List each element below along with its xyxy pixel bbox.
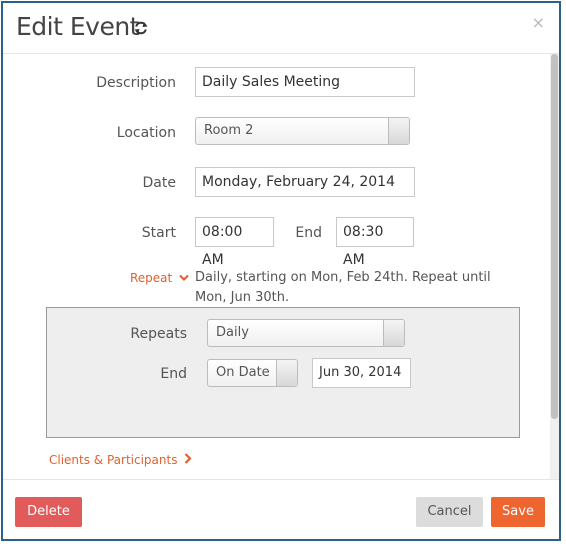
end-time-input[interactable]: 08:30 AM [336,217,414,268]
cancel-button[interactable]: Cancel [416,497,483,527]
location-select-caret[interactable] [388,118,409,144]
start-label: Start [141,225,176,241]
repeat-end-date-input[interactable]: Jun 30, 2014 [312,358,411,388]
body-scrollbar[interactable] [550,54,559,479]
repeat-toggle-link[interactable]: Repeat [130,271,189,285]
dialog-footer: Delete Cancel Save [3,479,559,539]
repeat-link-label: Repeat [130,271,173,285]
refresh-icon[interactable] [133,20,149,36]
repeat-options-panel: Repeats Daily End On Date Jun 30, 2014 [46,307,520,438]
location-select-value: Room 2 [204,123,254,138]
repeat-summary: Daily, starting on Mon, Feb 24th. Repeat… [195,270,491,305]
repeat-end-type-value: On Date [216,365,270,380]
repeats-select-value: Daily [216,325,249,340]
repeats-select-caret[interactable] [383,320,404,346]
end-time-label: End [295,225,322,241]
clients-participants-link[interactable]: Clients & Participants [49,453,192,467]
repeats-label: Repeats [130,326,187,342]
repeat-end-type-select[interactable]: On Date [207,359,298,387]
location-label: Location [116,125,176,141]
location-select[interactable]: Room 2 [195,117,410,145]
dialog-header: Edit Event × [3,3,559,54]
chevron-down-icon [179,274,189,282]
repeat-end-type-caret[interactable] [276,360,297,386]
close-icon[interactable]: × [532,13,545,32]
repeat-end-label: End [160,366,187,382]
date-input[interactable]: Monday, February 24, 2014 [195,167,415,197]
date-label: Date [142,175,176,191]
clients-link-label: Clients & Participants [49,453,178,467]
dialog-body: Description Daily Sales Meeting Location… [3,54,559,479]
description-label: Description [96,75,176,91]
edit-event-dialog: Edit Event × Description Daily Sales Mee… [1,1,561,541]
delete-button[interactable]: Delete [15,497,82,527]
scrollbar-thumb[interactable] [551,54,558,419]
description-input[interactable]: Daily Sales Meeting [195,67,415,97]
chevron-right-icon [185,453,192,464]
start-time-input[interactable]: 08:00 AM [195,217,274,268]
repeats-select[interactable]: Daily [207,319,405,347]
save-button[interactable]: Save [491,497,545,527]
dialog-title: Edit Event [16,12,139,41]
